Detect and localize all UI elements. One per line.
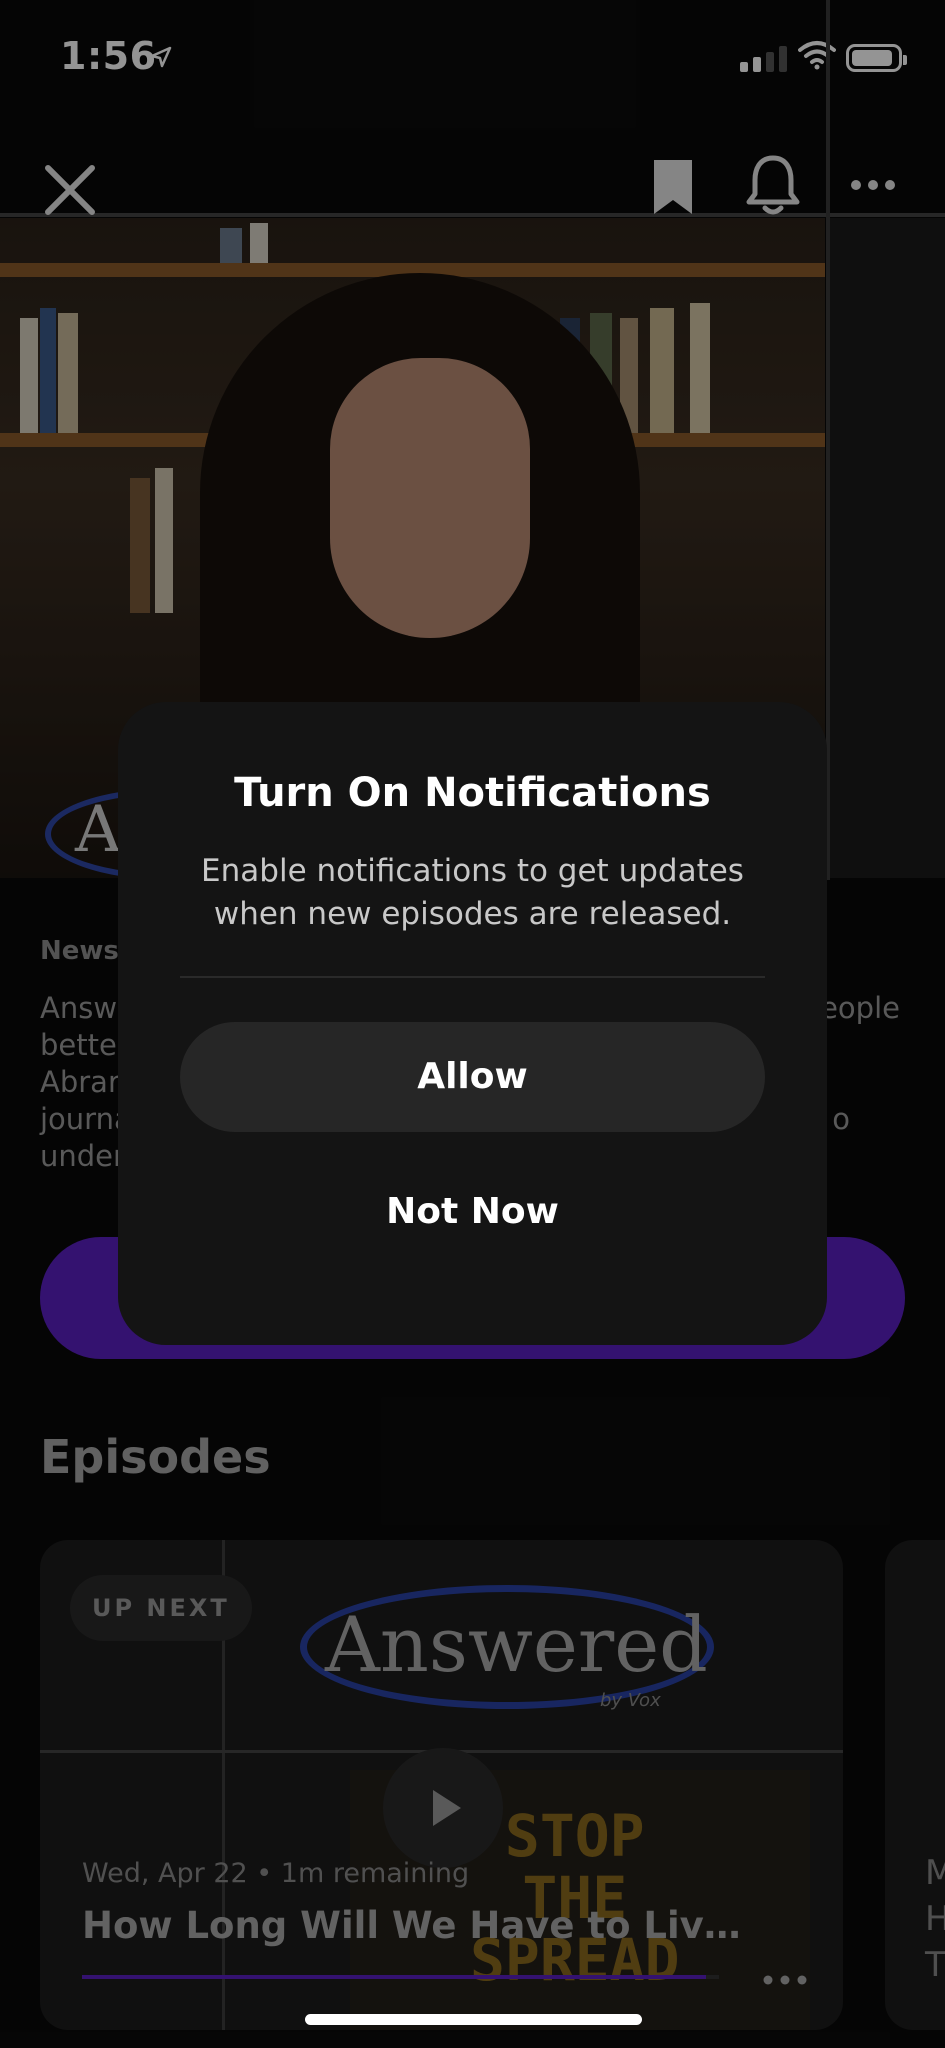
- notifications-dialog: Turn On Notifications Enable notificatio…: [118, 702, 827, 1345]
- not-now-button[interactable]: Not Now: [180, 1157, 765, 1267]
- dialog-message: Enable notifications to get updates when…: [201, 853, 744, 932]
- dialog-title: Turn On Notifications: [234, 770, 711, 816]
- home-indicator[interactable]: [305, 2014, 642, 2025]
- dialog-divider: [180, 976, 765, 978]
- allow-button[interactable]: Allow: [180, 1022, 765, 1132]
